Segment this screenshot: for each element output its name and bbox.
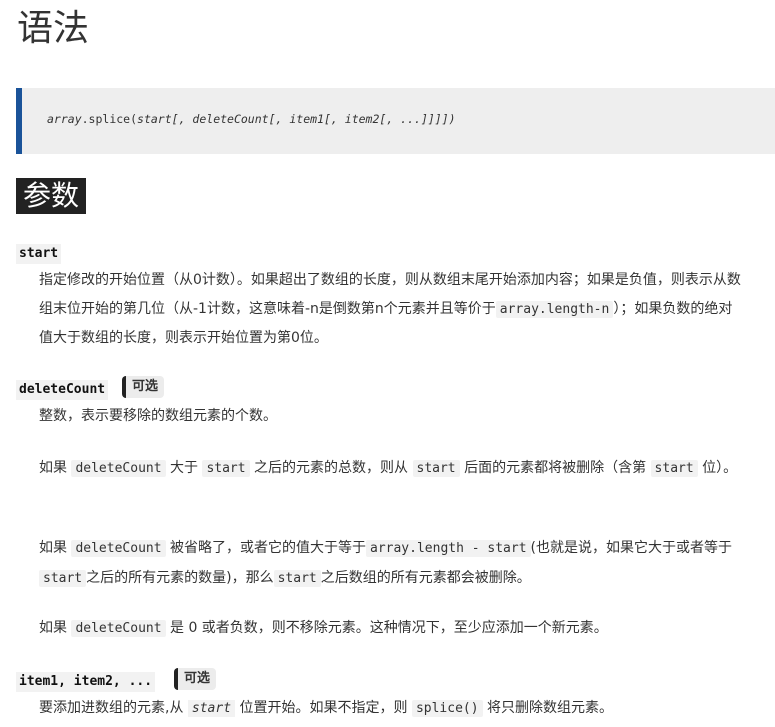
syntax-param-deletecount: deleteCount [192,112,269,126]
syntax-sep: [, [171,112,193,126]
syntax-param-start: start [137,112,172,126]
deletecount-p4: 如果 deleteCount 是 0 或者负数，则不移除元素。这种情况下，至少应… [39,614,744,644]
syntax-obj: array [47,112,82,126]
code-start: start [412,460,460,477]
code-start: start [202,460,250,477]
syntax-method: .splice( [81,112,138,126]
text: 被省略了，或者它的值大于等于 [165,540,366,556]
syntax-param-item1: item1 [289,112,324,126]
text: 如果 [39,540,72,556]
text: 后面的元素都将被删除（含第 [459,460,651,476]
text: 要添加进数组的元素,从 [39,700,188,716]
items-description: 要添加进数组的元素,从 start 位置开始。如果不指定，则 splice() … [39,694,744,724]
params-heading: 参数 [16,178,87,214]
text: 将只删除数组元素。 [482,700,614,716]
deletecount-p2: 如果 deleteCount 大于 start 之后的元素的总数，则从 star… [39,454,744,484]
code-deletecount: deleteCount [71,540,166,557]
code-array-length-n: array.length-n [495,300,614,318]
syntax-rest: [, ...]]]]) [379,112,456,126]
syntax-sep: [, [324,112,345,126]
text: 之后数组的所有元素都会被删除。 [320,569,531,586]
code-splice: splice() [411,700,483,717]
syntax-code-block: array.splice(start[, deleteCount[, item1… [16,88,775,154]
text: 大于 [165,460,203,476]
term-items: item1, item2, ... [16,672,156,692]
text: 之后的所有元素的数量)，那么 [86,569,274,586]
code-start: start [39,569,87,587]
code-deletecount: deleteCount [71,460,166,477]
deletecount-p3: 如果 deleteCount 被省略了，或者它的值大于等于 array.lengt… [39,534,744,593]
text: 是 0 或者负数，则不移除元素。这种情况下，至少应添加一个新元素。 [165,620,608,636]
text: 之后的元素的总数，则从 [249,460,413,476]
text: (也就是说，如果它大于或者等于 [530,540,733,556]
syntax-param-item2: item2 [344,112,380,126]
text: 如果 [39,460,72,476]
text: 位）。 [697,460,738,476]
code-start: start [650,460,698,477]
syntax-heading: 语法 [17,8,90,49]
text: 位置开始。如果不指定，则 [235,700,412,716]
optional-badge: 可选 [174,668,217,690]
code-start: start [273,569,321,587]
optional-badge: 可选 [122,376,165,398]
syntax-signature: array.splice(start[, deleteCount[, item1… [47,112,456,126]
start-description: 指定修改的开始位置（从0计数）。如果超出了数组的长度，则从数组末尾开始添加内容；… [39,266,744,353]
code-deletecount: deleteCount [71,620,166,637]
deletecount-p1: 整数，表示要移除的数组元素的个数。 [39,408,277,424]
code-start-italic: start [187,700,236,717]
syntax-sep: [, [268,112,290,126]
text: 如果 [39,620,72,636]
term-deletecount: deleteCount [16,380,109,400]
code-array-length-minus-start: array.length - start [366,540,531,557]
term-start: start [16,244,62,264]
